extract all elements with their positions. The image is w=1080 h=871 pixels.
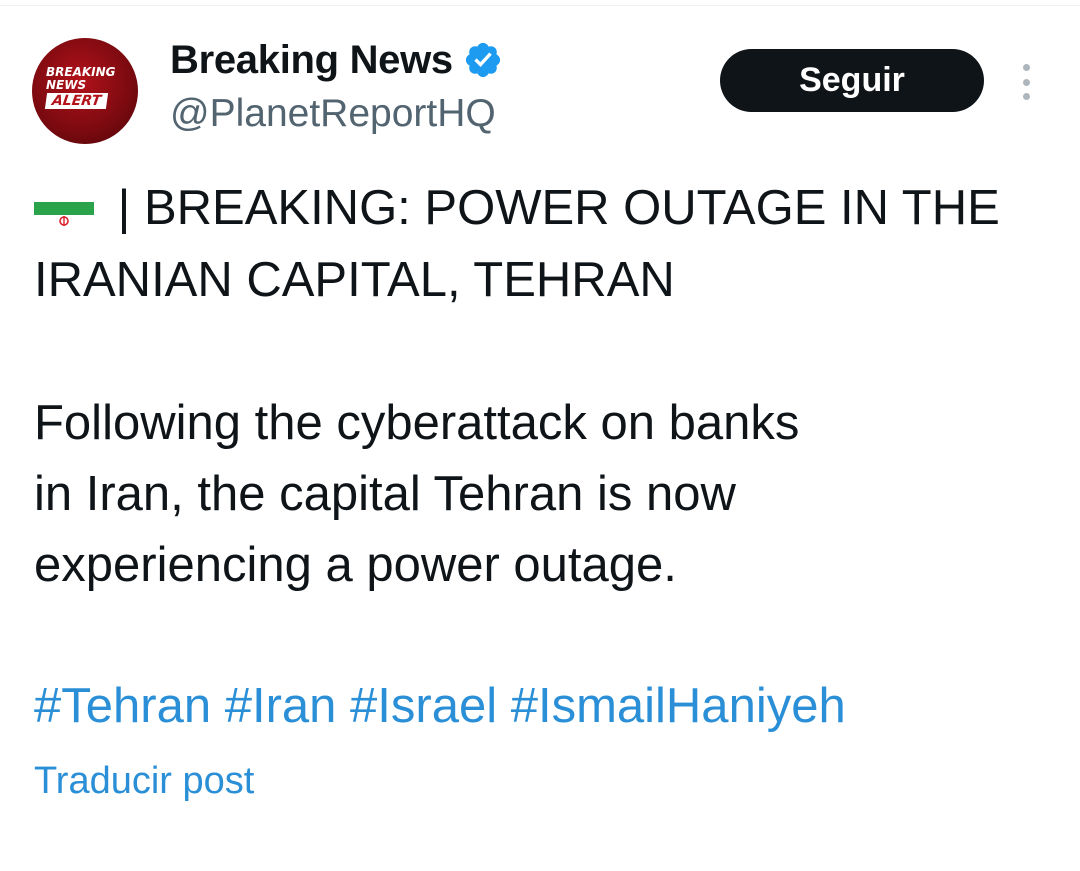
- translate-post-link[interactable]: Traducir post: [34, 760, 254, 803]
- more-dot: [1022, 78, 1030, 86]
- tweet-headline-line1: | BREAKING: POWER OUTAGE IN THE: [104, 181, 1000, 235]
- tweet-paragraph-line3: experiencing a power outage.: [34, 538, 677, 592]
- avatar-logo: BREAKING NEWS ALERT: [44, 65, 126, 109]
- hashtag-link[interactable]: #Israel: [350, 679, 497, 733]
- verified-badge-icon: [463, 40, 503, 80]
- tweet-text: | BREAKING: POWER OUTAGE IN THE IRANIAN …: [34, 172, 1064, 742]
- tweet-headline: | BREAKING: POWER OUTAGE IN THE IRANIAN …: [34, 172, 1064, 316]
- hashtag-link[interactable]: #Tehran: [34, 679, 211, 733]
- tweet-hashtags: #Tehran #Iran #Israel #IsmailHaniyeh: [34, 670, 1064, 742]
- more-dot: [1022, 64, 1030, 71]
- avatar[interactable]: BREAKING NEWS ALERT: [32, 38, 138, 144]
- hashtag-link[interactable]: #IsmailHaniyeh: [511, 679, 846, 733]
- tweet-headline-line2: IRANIAN CAPITAL, TEHRAN: [34, 253, 675, 307]
- more-dot: [1022, 93, 1030, 100]
- author-handle[interactable]: @PlanetReportHQ: [170, 92, 496, 136]
- avatar-logo-line3: ALERT: [44, 93, 109, 109]
- tweet-paragraph-line2: in Iran, the capital Tehran is now: [34, 467, 736, 521]
- hashtag-link[interactable]: #Iran: [225, 679, 337, 733]
- author-name-row[interactable]: Breaking News: [170, 36, 503, 84]
- iran-flag-icon: [34, 188, 94, 226]
- top-divider: [0, 0, 1080, 6]
- tweet-paragraph-line1: Following the cyberattack on banks: [34, 396, 800, 450]
- avatar-logo-line1: BREAKING: [46, 65, 116, 79]
- more-vertical-icon[interactable]: [1014, 64, 1038, 100]
- avatar-logo-line2: NEWS: [46, 78, 87, 92]
- display-name[interactable]: Breaking News: [170, 38, 453, 83]
- follow-button[interactable]: Seguir: [720, 49, 984, 112]
- tweet-paragraph: Following the cyberattack on banks in Ir…: [34, 388, 1064, 601]
